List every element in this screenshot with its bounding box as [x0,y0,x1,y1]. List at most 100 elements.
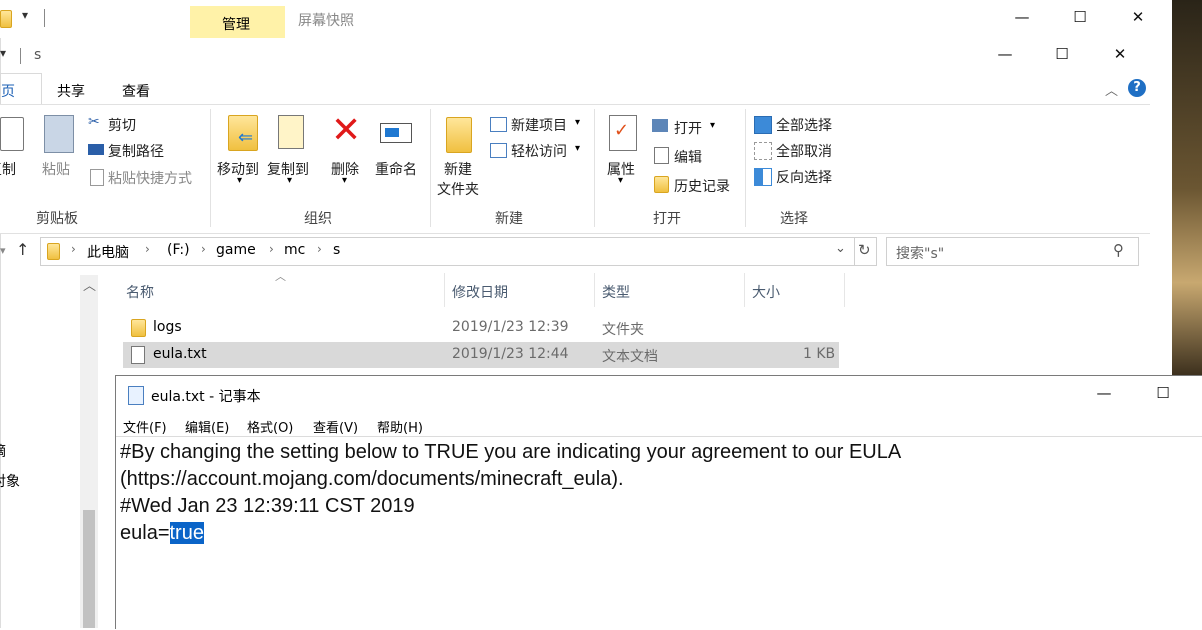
back-maximize-button[interactable]: ☐ [1060,8,1100,26]
column-divider[interactable] [844,273,845,307]
copy-button[interactable]: 复制 [0,159,16,179]
paste-icon [44,115,74,153]
menu-view[interactable]: 查看(V) [313,417,358,436]
history-button[interactable]: 历史记录 [674,176,730,196]
collapse-ribbon-icon[interactable]: ︿ [1105,80,1118,99]
chevron-down-icon: ▾ [710,120,716,131]
menu-file[interactable]: 文件(F) [123,417,167,436]
titlebar-divider [20,48,21,64]
file-row-eula[interactable]: eula.txt 2019/1/23 12:44 文本文档 1 KB [123,342,839,368]
new-item-icon [490,117,507,132]
folder-icon [47,243,60,260]
paste-button[interactable]: 粘贴 [42,159,70,179]
window-edge [1150,40,1172,70]
menu-format[interactable]: 格式(O) [247,417,293,436]
folder-icon [131,319,146,337]
notepad-minimize-button[interactable]: — [1084,384,1124,402]
tab-view[interactable]: 查看 [122,81,150,101]
text-file-icon [131,346,145,364]
nav-item-fragment[interactable]: 对象 [0,471,20,491]
column-divider[interactable] [744,273,745,307]
sort-ascending-icon: ︿ [275,270,286,283]
back-close-button[interactable]: ✕ [1118,8,1158,26]
nav-pane-scrollbar[interactable]: ︿ [80,275,98,628]
file-type: 文件夹 [602,322,644,338]
select-all-icon [754,116,772,134]
easy-access-icon [490,143,507,158]
nav-item-fragment[interactable]: 摘 [0,441,6,461]
text-line-eula: eula=true [120,522,204,545]
tab-home[interactable]: 主页 [0,73,42,105]
manage-tab[interactable]: 管理 [190,6,285,40]
breadcrumb-game[interactable]: game [216,242,256,258]
menu-edit[interactable]: 编辑(E) [185,417,229,436]
chevron-down-icon: ▾ [287,175,293,186]
select-none-button[interactable]: 全部取消 [776,141,832,161]
open-group-label: 打开 [653,211,681,227]
tab-share[interactable]: 共享 [57,81,85,101]
edit-button[interactable]: 编辑 [674,147,702,167]
refresh-button[interactable]: ↻ [854,237,877,266]
copy-path-icon [88,144,104,155]
search-icon: ⚲ [1113,241,1124,259]
new-folder-button-line2[interactable]: 文件夹 [437,179,479,199]
group-separator [745,109,746,227]
menu-help[interactable]: 帮助(H) [377,417,423,436]
column-divider[interactable] [444,273,445,307]
breadcrumb-separator-icon: › [71,242,76,256]
column-header-modified[interactable]: 修改日期 [452,282,508,302]
explorer-minimize-button[interactable]: — [985,45,1025,63]
file-modified: 2019/1/23 12:39 [452,319,569,335]
column-divider[interactable] [594,273,595,307]
new-folder-button[interactable]: 新建 [444,159,472,179]
paste-shortcut-icon [90,169,104,186]
invert-selection-icon [754,168,772,186]
breadcrumb-this-pc[interactable]: 此电脑 [87,242,129,262]
file-row-logs[interactable]: logs 2019/1/23 12:39 文件夹 [123,315,839,341]
titlebar-divider [44,9,45,27]
new-item-button[interactable]: 新建项目 [511,115,567,135]
search-input[interactable]: 搜索"s" ⚲ [886,237,1139,266]
cut-button[interactable]: 剪切 [108,115,136,135]
open-button[interactable]: 打开 [674,118,702,138]
explorer-maximize-button[interactable]: ☐ [1042,45,1082,63]
chevron-down-icon: ▾ [575,117,581,128]
folder-icon [0,10,12,28]
rename-button[interactable]: 重命名 [375,159,417,179]
column-header-name[interactable]: 名称 [126,282,154,302]
delete-x-icon: ✕ [331,110,362,151]
help-icon[interactable]: ? [1128,79,1146,97]
paste-shortcut-button[interactable]: 粘贴快捷方式 [108,168,192,188]
group-separator [430,109,431,227]
arrow-left-icon: ⇐ [238,127,254,148]
breadcrumb-mc[interactable]: mc [284,242,305,258]
easy-access-button[interactable]: 轻松访问 [511,141,567,161]
up-arrow-icon[interactable]: ↑ [16,240,29,259]
column-header-size[interactable]: 大小 [752,282,780,302]
address-bar[interactable]: › 此电脑 › (F:) › game › mc › s ⌄ [40,237,855,266]
breadcrumb-s[interactable]: s [333,242,340,258]
quick-access-dropdown-icon[interactable]: ▾ [22,8,28,22]
refresh-icon: ↻ [858,241,871,259]
address-dropdown-chevron-icon[interactable]: ⌄ [835,241,846,256]
back-window-title: 屏幕快照 [298,13,354,29]
quick-access-dropdown-icon[interactable]: ▾ [0,46,6,60]
breadcrumb-drive[interactable]: (F:) [167,242,190,258]
notepad-maximize-button[interactable]: ☐ [1143,384,1183,402]
recent-locations-chevron-icon[interactable]: ▾ [0,244,6,257]
explorer-close-button[interactable]: ✕ [1100,45,1140,63]
notepad-text-area[interactable]: #By changing the setting below to TRUE y… [116,436,1202,630]
invert-selection-button[interactable]: 反向选择 [776,167,832,187]
notepad-icon [128,386,144,405]
search-placeholder: 搜索"s" [896,246,945,262]
back-minimize-button[interactable]: — [1002,8,1042,26]
nav-scroll-thumb[interactable] [83,510,95,628]
scroll-up-icon[interactable]: ︿ [83,275,96,294]
column-header-type[interactable]: 类型 [602,282,630,302]
tab-home-label: 主页 [0,84,15,100]
copy-path-button[interactable]: 复制路径 [108,141,164,161]
text-line: (https://account.mojang.com/documents/mi… [120,468,624,490]
select-all-button[interactable]: 全部选择 [776,115,832,135]
select-none-icon [754,142,772,160]
organize-group-label: 组织 [304,211,332,227]
